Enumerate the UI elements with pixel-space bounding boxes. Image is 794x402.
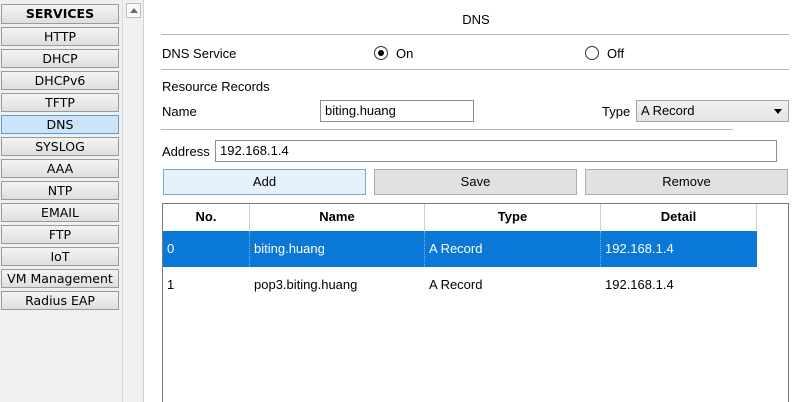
address-label: Address — [162, 144, 210, 159]
dns-off-label: Off — [607, 46, 625, 61]
service-dhcpv6-button[interactable]: DHCPv6 — [1, 71, 119, 90]
column-header-detail[interactable]: Detail — [601, 204, 757, 230]
service-divider — [161, 69, 789, 70]
title-divider — [161, 34, 789, 35]
scroll-up-arrow-icon[interactable] — [126, 3, 141, 18]
table-row[interactable]: 1 pop3.biting.huang A Record 192.168.1.4 — [163, 267, 757, 303]
service-tftp-button[interactable]: TFTP — [1, 93, 119, 112]
cell-detail: 192.168.1.4 — [605, 241, 674, 256]
services-sidebar: SERVICES HTTP DHCP DHCPv6 TFTP DNS SYSLO… — [0, 0, 122, 402]
dns-on-label: On — [396, 46, 414, 61]
add-button[interactable]: Add — [163, 169, 366, 195]
column-header-type[interactable]: Type — [425, 204, 601, 230]
column-header-no[interactable]: No. — [163, 204, 250, 230]
service-syslog-button[interactable]: SYSLOG — [1, 137, 119, 156]
type-label: Type — [602, 104, 631, 119]
cell-type: A Record — [429, 277, 483, 292]
service-iot-button[interactable]: IoT — [1, 247, 119, 266]
cell-detail: 192.168.1.4 — [605, 277, 674, 292]
service-vm-management-button[interactable]: VM Management — [1, 269, 119, 288]
remove-button[interactable]: Remove — [585, 169, 788, 195]
service-dhcp-button[interactable]: DHCP — [1, 49, 119, 68]
save-button[interactable]: Save — [374, 169, 577, 195]
service-ntp-button[interactable]: NTP — [1, 181, 119, 200]
records-divider — [161, 129, 733, 130]
cell-no: 1 — [167, 277, 175, 292]
column-header-name[interactable]: Name — [250, 204, 425, 230]
service-dns-button[interactable]: DNS — [1, 115, 119, 134]
service-radius-eap-button[interactable]: Radius EAP — [1, 291, 119, 310]
dns-on-radio[interactable] — [374, 46, 388, 60]
cell-name: pop3.biting.huang — [254, 277, 358, 292]
name-input[interactable]: biting.huang — [320, 100, 474, 122]
table-row[interactable]: 0 biting.huang A Record 192.168.1.4 — [163, 231, 757, 267]
service-ftp-button[interactable]: FTP — [1, 225, 119, 244]
service-aaa-button[interactable]: AAA — [1, 159, 119, 178]
dns-off-radio[interactable] — [585, 46, 599, 60]
dns-panel: DNS DNS Service On Off Resource Records … — [145, 0, 794, 402]
type-select-value: A Record — [641, 103, 695, 118]
service-http-button[interactable]: HTTP — [1, 27, 119, 46]
name-label: Name — [162, 104, 197, 119]
type-select[interactable]: A Record — [636, 100, 789, 122]
resource-records-label: Resource Records — [162, 79, 270, 94]
dropdown-arrow-icon — [774, 109, 782, 114]
cell-type: A Record — [425, 231, 601, 267]
service-email-button[interactable]: EMAIL — [1, 203, 119, 222]
cell-no: 0 — [163, 231, 250, 267]
panel-title: DNS — [462, 12, 490, 27]
sidebar-scrollbar[interactable] — [122, 0, 144, 402]
records-table: No. Name Type Detail 0 biting.huang A Re… — [162, 203, 789, 402]
services-header: SERVICES — [1, 4, 119, 24]
dns-service-label: DNS Service — [162, 46, 237, 61]
address-input[interactable]: 192.168.1.4 — [215, 140, 777, 162]
cell-name: biting.huang — [250, 231, 425, 267]
